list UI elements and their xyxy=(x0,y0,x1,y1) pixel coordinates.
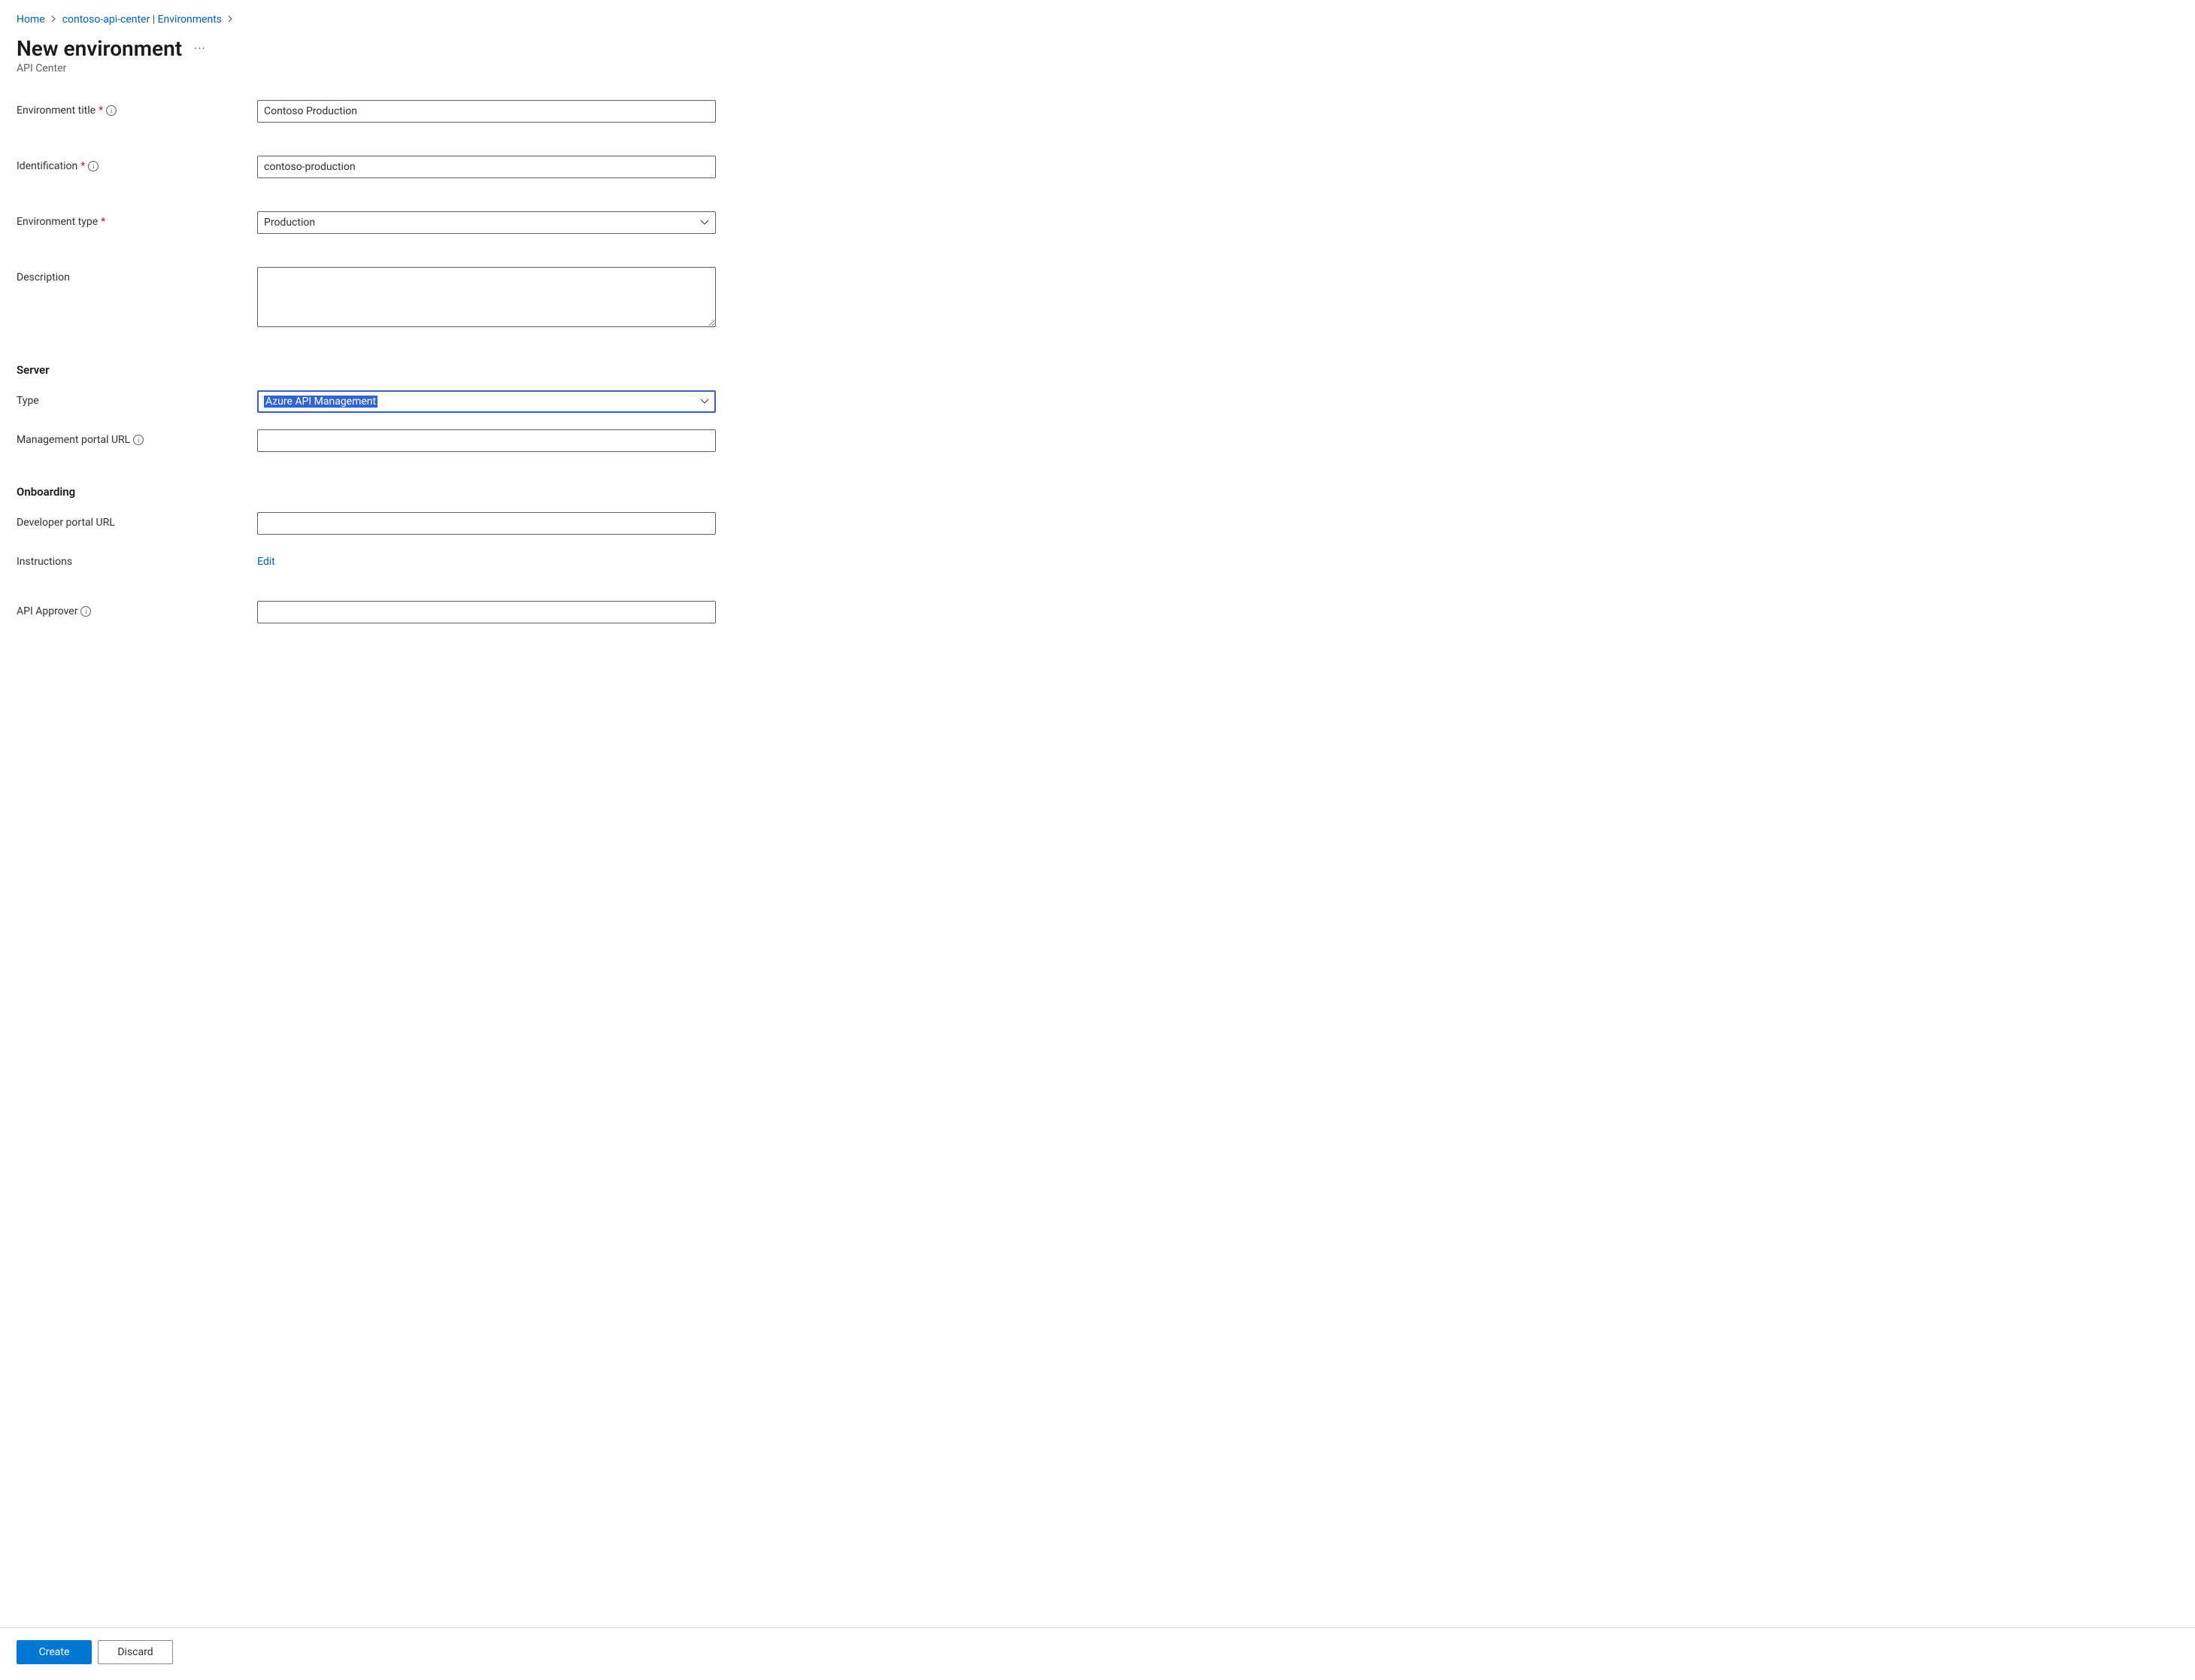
discard-button[interactable]: Discard xyxy=(98,1640,173,1664)
footer-bar: Create Discard xyxy=(0,1627,2195,1676)
required-indicator: * xyxy=(99,105,103,117)
developer-portal-url-input[interactable] xyxy=(257,512,716,535)
breadcrumb-home[interactable]: Home xyxy=(17,14,45,26)
more-actions-button[interactable]: ··· xyxy=(194,41,206,56)
management-portal-url-input[interactable] xyxy=(257,429,716,452)
info-icon[interactable]: i xyxy=(133,435,144,445)
developer-portal-url-label: Developer portal URL xyxy=(17,517,115,529)
identification-label: Identification xyxy=(17,160,77,172)
environment-title-input[interactable] xyxy=(257,100,716,123)
chevron-right-icon xyxy=(51,14,56,25)
server-type-label: Type xyxy=(17,395,39,407)
required-indicator: * xyxy=(80,160,85,172)
create-button[interactable]: Create xyxy=(17,1640,92,1664)
info-icon[interactable]: i xyxy=(106,105,117,116)
environment-type-label: Environment type xyxy=(17,216,98,228)
environment-title-label: Environment title xyxy=(17,105,96,117)
api-approver-label: API Approver xyxy=(17,605,77,617)
api-approver-input[interactable] xyxy=(257,601,716,623)
server-type-value: Azure API Management xyxy=(264,396,377,408)
info-icon[interactable]: i xyxy=(88,161,99,171)
breadcrumb: Home contoso-api-center | Environments xyxy=(17,14,2178,26)
page-subtitle: API Center xyxy=(17,62,2178,74)
chevron-right-icon xyxy=(228,14,233,25)
breadcrumb-resource[interactable]: contoso-api-center | Environments xyxy=(62,14,222,26)
description-textarea[interactable] xyxy=(257,267,716,327)
server-type-select[interactable]: Azure API Management xyxy=(257,390,716,413)
chevron-down-icon xyxy=(700,399,709,405)
description-label: Description xyxy=(17,271,70,284)
instructions-edit-link[interactable]: Edit xyxy=(257,556,275,568)
chevron-down-icon xyxy=(700,220,709,226)
server-heading: Server xyxy=(17,363,2178,377)
environment-type-value: Production xyxy=(264,217,315,229)
page-title: New environment xyxy=(17,36,182,61)
management-portal-url-label: Management portal URL xyxy=(17,434,130,446)
info-icon[interactable]: i xyxy=(80,606,91,617)
instructions-label: Instructions xyxy=(17,556,72,568)
environment-type-select[interactable]: Production xyxy=(257,211,716,234)
required-indicator: * xyxy=(101,216,105,228)
onboarding-heading: Onboarding xyxy=(17,485,2178,499)
identification-input[interactable] xyxy=(257,156,716,178)
